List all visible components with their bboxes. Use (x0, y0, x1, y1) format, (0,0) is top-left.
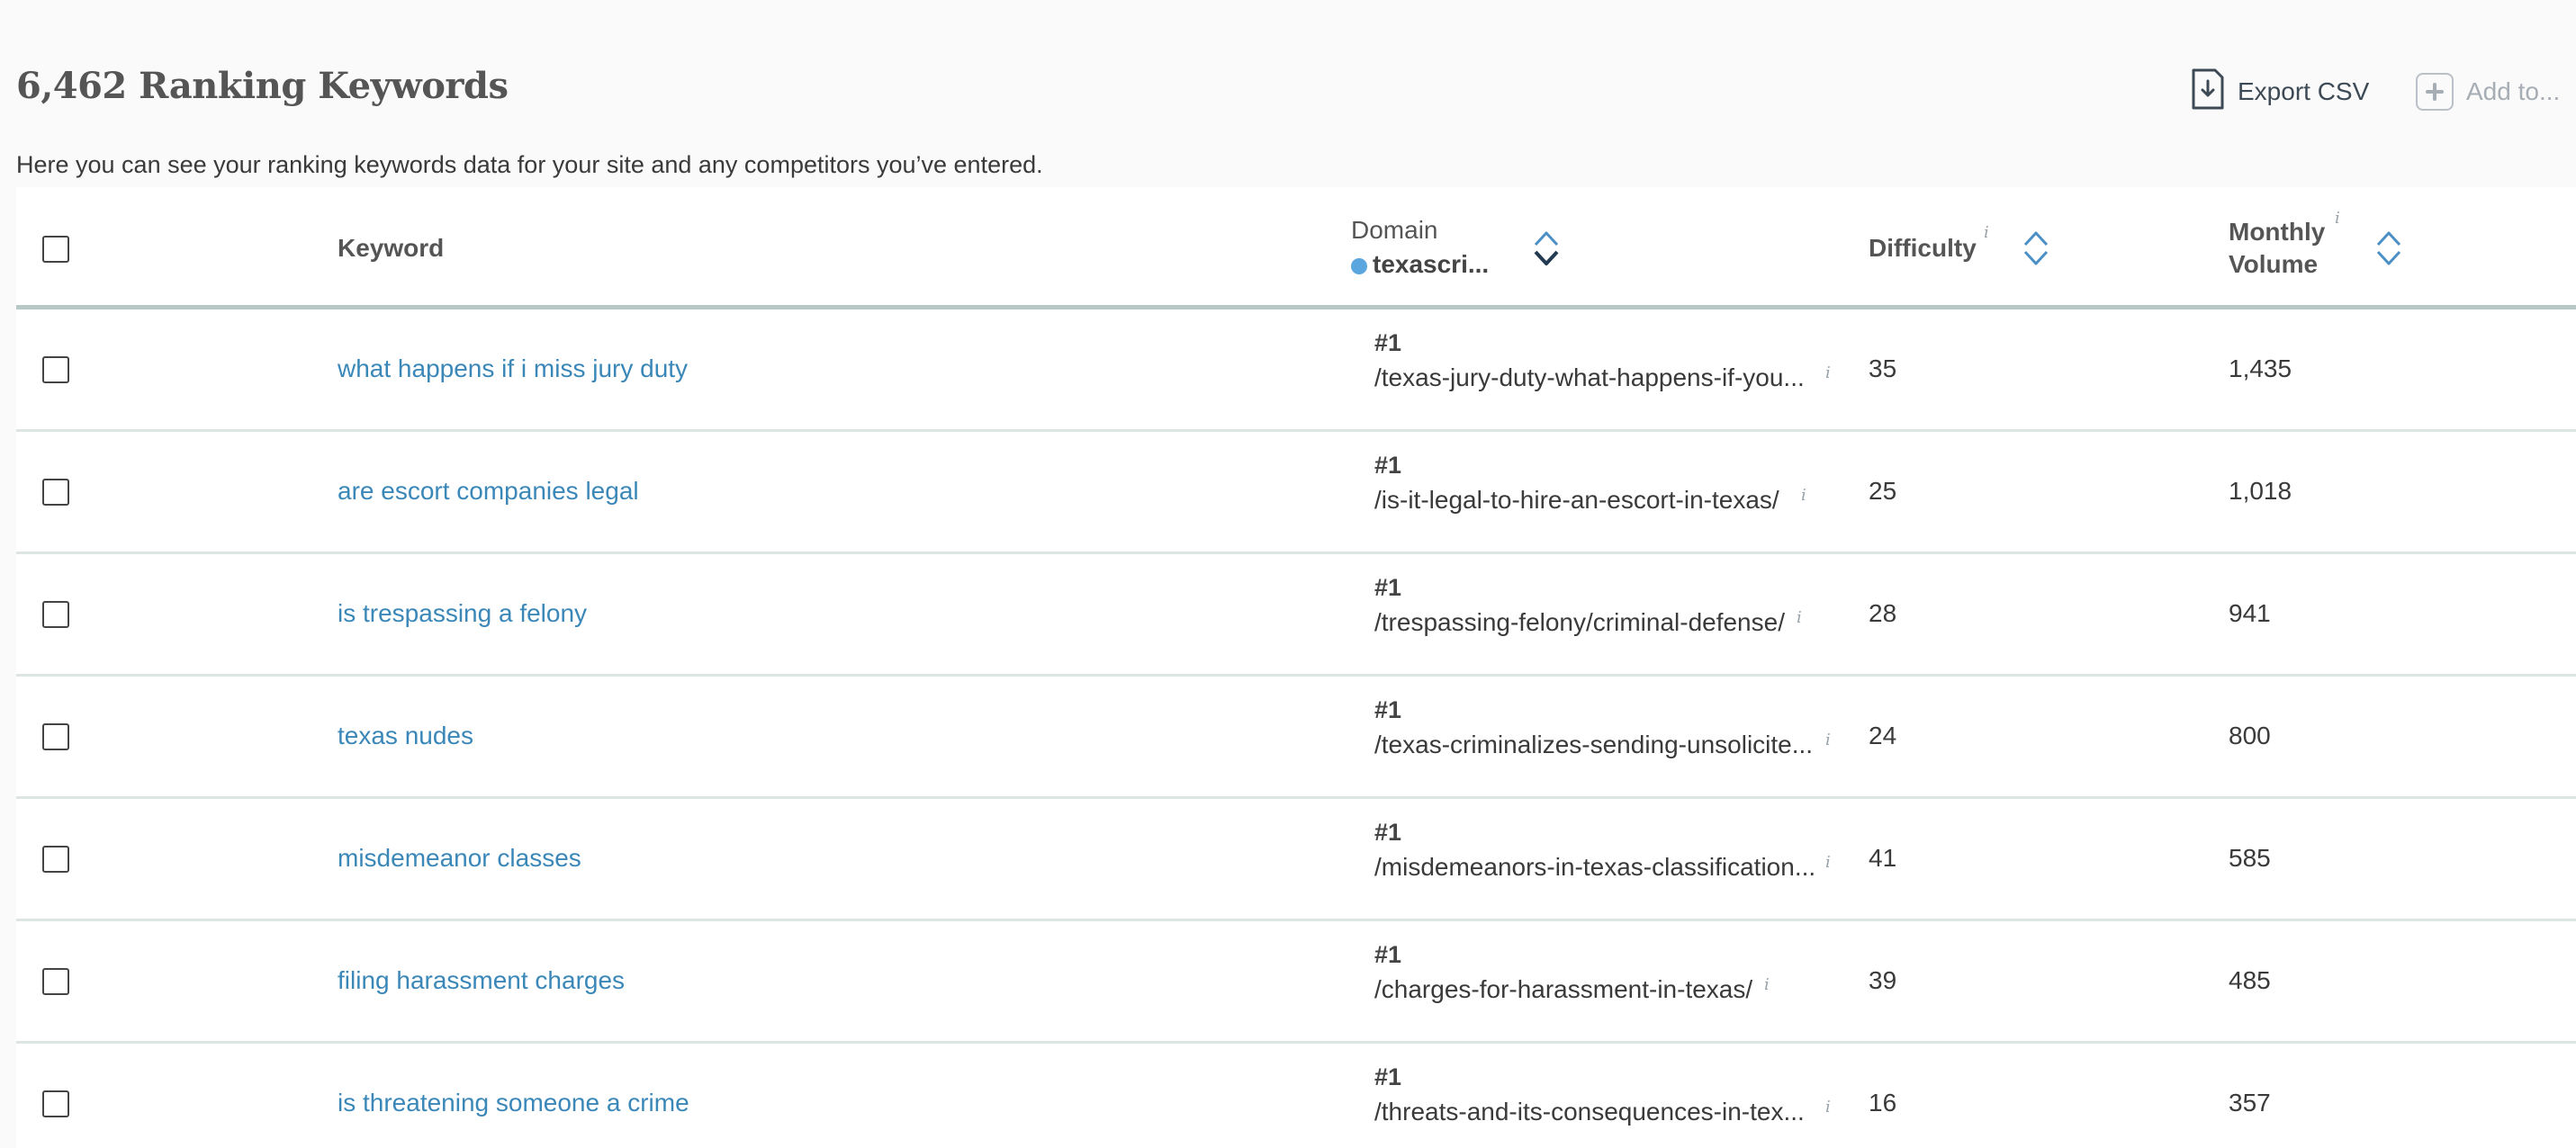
difficulty-value: 41 (1869, 844, 1897, 872)
table-row: is trespassing a felony #1/trespassing-fe… (16, 554, 2576, 677)
keyword-link[interactable]: what happens if i miss jury duty (338, 354, 688, 383)
monthly-volume-value: 800 (2229, 722, 2271, 749)
rank-position: #1 (1374, 696, 1402, 723)
difficulty-value: 35 (1869, 354, 1897, 382)
export-csv-label: Export CSV (2238, 77, 2370, 105)
monthly-volume-value: 357 (2229, 1089, 2271, 1117)
keywords-table: Keyword Domain texascri... Difficulty i … (16, 187, 2576, 1148)
rank-position: #1 (1374, 1063, 1402, 1090)
domain-name: texascri... (1351, 250, 1489, 279)
domain-column-header: Domain (1351, 216, 1438, 244)
difficulty-value: 28 (1869, 599, 1897, 627)
ranking-url[interactable]: /trespassing-felony/criminal-defense/ (1374, 608, 1785, 637)
rank-position: #1 (1374, 329, 1402, 356)
row-checkbox[interactable] (42, 723, 69, 750)
url-info-icon[interactable]: i (1825, 1098, 1831, 1117)
table-row: misdemeanor classes #1/misdemeanors-in-te… (16, 799, 2576, 921)
rank-position: #1 (1374, 941, 1402, 968)
monthly-volume-value: 1,018 (2229, 477, 2292, 505)
domain-name-label: texascri... (1373, 250, 1490, 278)
row-checkbox[interactable] (42, 601, 69, 628)
table-row: is threatening someone a crime #1/threats… (16, 1044, 2576, 1148)
monthly-volume-header-line2: Volume (2229, 250, 2319, 278)
row-checkbox[interactable] (42, 356, 69, 383)
keyword-link[interactable]: is threatening someone a crime (338, 1089, 689, 1117)
url-info-icon[interactable]: i (1825, 363, 1831, 382)
rank-position: #1 (1374, 819, 1402, 846)
add-to-button[interactable]: Add to... (2416, 67, 2560, 117)
difficulty-info-icon[interactable]: i (1984, 223, 1989, 242)
ranking-url[interactable]: /is-it-legal-to-hire-an-escort-in-texas/ (1374, 486, 1779, 515)
export-csv-button[interactable]: Export CSV (2191, 67, 2369, 117)
keyword-link[interactable]: filing harassment charges (338, 966, 625, 995)
difficulty-value: 16 (1869, 1089, 1897, 1117)
monthly-volume-header-line1: Monthly (2229, 218, 2326, 246)
table-header: Keyword Domain texascri... Difficulty i … (16, 187, 2576, 309)
table-row: what happens if i miss jury duty #1/texas… (16, 309, 2576, 432)
difficulty-value: 24 (1869, 722, 1897, 749)
url-info-icon[interactable]: i (1764, 975, 1770, 994)
ranking-url[interactable]: /threats-and-its-consequences-in-tex... (1374, 1098, 1805, 1126)
keyword-link[interactable]: is trespassing a felony (338, 599, 587, 628)
difficulty-column-header: Difficulty (1869, 234, 1977, 262)
url-info-icon[interactable]: i (1825, 731, 1831, 749)
row-checkbox[interactable] (42, 846, 69, 873)
monthly-volume-value: 941 (2229, 599, 2271, 627)
difficulty-value: 25 (1869, 477, 1897, 505)
monthly-volume-value: 485 (2229, 966, 2271, 994)
keyword-link[interactable]: misdemeanor classes (338, 844, 581, 873)
rank-position: #1 (1374, 452, 1402, 479)
url-info-icon[interactable]: i (1825, 853, 1831, 872)
row-checkbox[interactable] (42, 1090, 69, 1117)
row-checkbox[interactable] (42, 479, 69, 506)
monthly-volume-info-icon[interactable]: i (2335, 209, 2340, 228)
export-csv-icon (2191, 67, 2225, 117)
rank-position: #1 (1374, 574, 1402, 601)
table-row: texas nudes #1/texas-criminalizes-sending… (16, 677, 2576, 799)
ranking-url[interactable]: /texas-criminalizes-sending-unsolicite..… (1374, 731, 1813, 759)
table-row: filing harassment charges #1/charges-for-… (16, 921, 2576, 1044)
page-title: 6,462 Ranking Keywords (16, 65, 509, 107)
difficulty-value: 39 (1869, 966, 1897, 994)
row-checkbox[interactable] (42, 968, 69, 995)
page-subtitle: Here you can see your ranking keywords d… (16, 151, 1043, 178)
url-info-icon[interactable]: i (1801, 486, 1806, 505)
monthly-volume-sort-icon[interactable] (2374, 229, 2403, 274)
monthly-volume-value: 585 (2229, 844, 2271, 872)
ranking-url[interactable]: /misdemeanors-in-texas-classification... (1374, 853, 1815, 882)
table-row: are escort companies legal #1/is-it-legal… (16, 432, 2576, 554)
add-to-label: Add to... (2466, 77, 2561, 105)
monthly-volume-value: 1,435 (2229, 354, 2292, 382)
ranking-url[interactable]: /charges-for-harassment-in-texas/ (1374, 975, 1752, 1004)
keyword-column-header: Keyword (338, 234, 445, 262)
ranking-url[interactable]: /texas-jury-duty-what-happens-if-you... (1374, 363, 1805, 392)
keyword-link[interactable]: texas nudes (338, 722, 473, 750)
url-info-icon[interactable]: i (1797, 608, 1802, 627)
keyword-link[interactable]: are escort companies legal (338, 477, 639, 506)
domain-sort-icon[interactable] (1532, 229, 1561, 274)
domain-color-dot (1351, 258, 1367, 274)
add-to-plus-icon (2416, 73, 2454, 111)
difficulty-sort-icon[interactable] (2022, 229, 2050, 274)
select-all-checkbox[interactable] (42, 236, 69, 263)
